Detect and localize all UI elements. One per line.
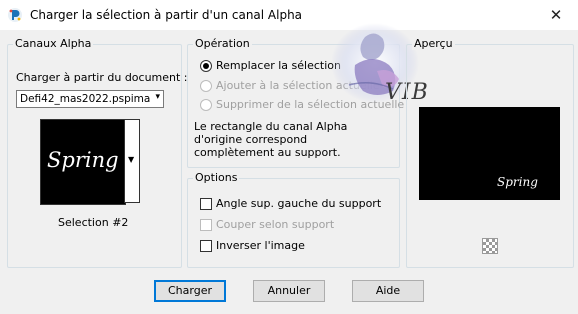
load-button[interactable]: Charger [154,280,226,302]
clip-to-canvas-checkbox[interactable] [200,219,212,231]
preview-legend: Aperçu [412,37,455,50]
upper-left-corner-label: Angle sup. gauche du support [216,197,382,210]
operation-info-line: Le rectangle du canal Alpha [194,120,348,133]
add-to-selection-radio[interactable] [200,80,212,92]
invert-image-label: Inverser l'image [216,239,305,252]
alpha-channels-legend: Canaux Alpha [13,37,94,50]
cancel-button[interactable]: Annuler [253,280,325,302]
chevron-down-icon: ▾ [155,92,160,102]
selection-name-label: Selection #2 [58,216,129,229]
clip-to-canvas-label: Couper selon support [216,218,335,231]
window-title: Charger la sélection à partir d'un canal… [30,8,303,22]
replace-selection-radio[interactable] [200,60,212,72]
operation-info-line: complètement au support. [194,146,341,159]
radio-selected-dot [203,63,209,69]
help-button[interactable]: Aide [352,280,424,302]
options-legend: Options [193,171,240,184]
paintshop-app-icon [8,8,22,22]
operation-info-line: d'origine correspond [194,133,308,146]
triangle-down-icon: ▼ [128,155,135,164]
transparency-toggle-icon[interactable] [482,238,498,254]
thumbnail-spring-text: Spring [47,148,119,172]
invert-image-checkbox[interactable] [200,240,212,252]
operation-info-text: Le rectangle du canal Alpha d'origine co… [194,120,347,159]
alpha-channel-thumbnail[interactable]: Spring [40,119,126,205]
preview-canvas: Spring [419,107,560,200]
operation-legend: Opération [193,37,252,50]
upper-left-corner-checkbox[interactable] [200,198,212,210]
document-select[interactable]: Defi42_mas2022.pspimage ▾ [16,90,164,108]
thumbnail-dropdown-button[interactable]: ▼ [124,119,140,203]
document-select-value: Defi42_mas2022.pspimage [20,93,150,105]
remove-from-selection-radio[interactable] [200,99,212,111]
replace-selection-label: Remplacer la sélection [216,59,341,72]
preview-spring-text: Spring [497,175,538,189]
close-icon[interactable]: ✕ [545,4,567,26]
title-bar: Charger la sélection à partir d'un canal… [0,0,578,30]
load-from-document-label: Charger à partir du document : [16,71,188,84]
